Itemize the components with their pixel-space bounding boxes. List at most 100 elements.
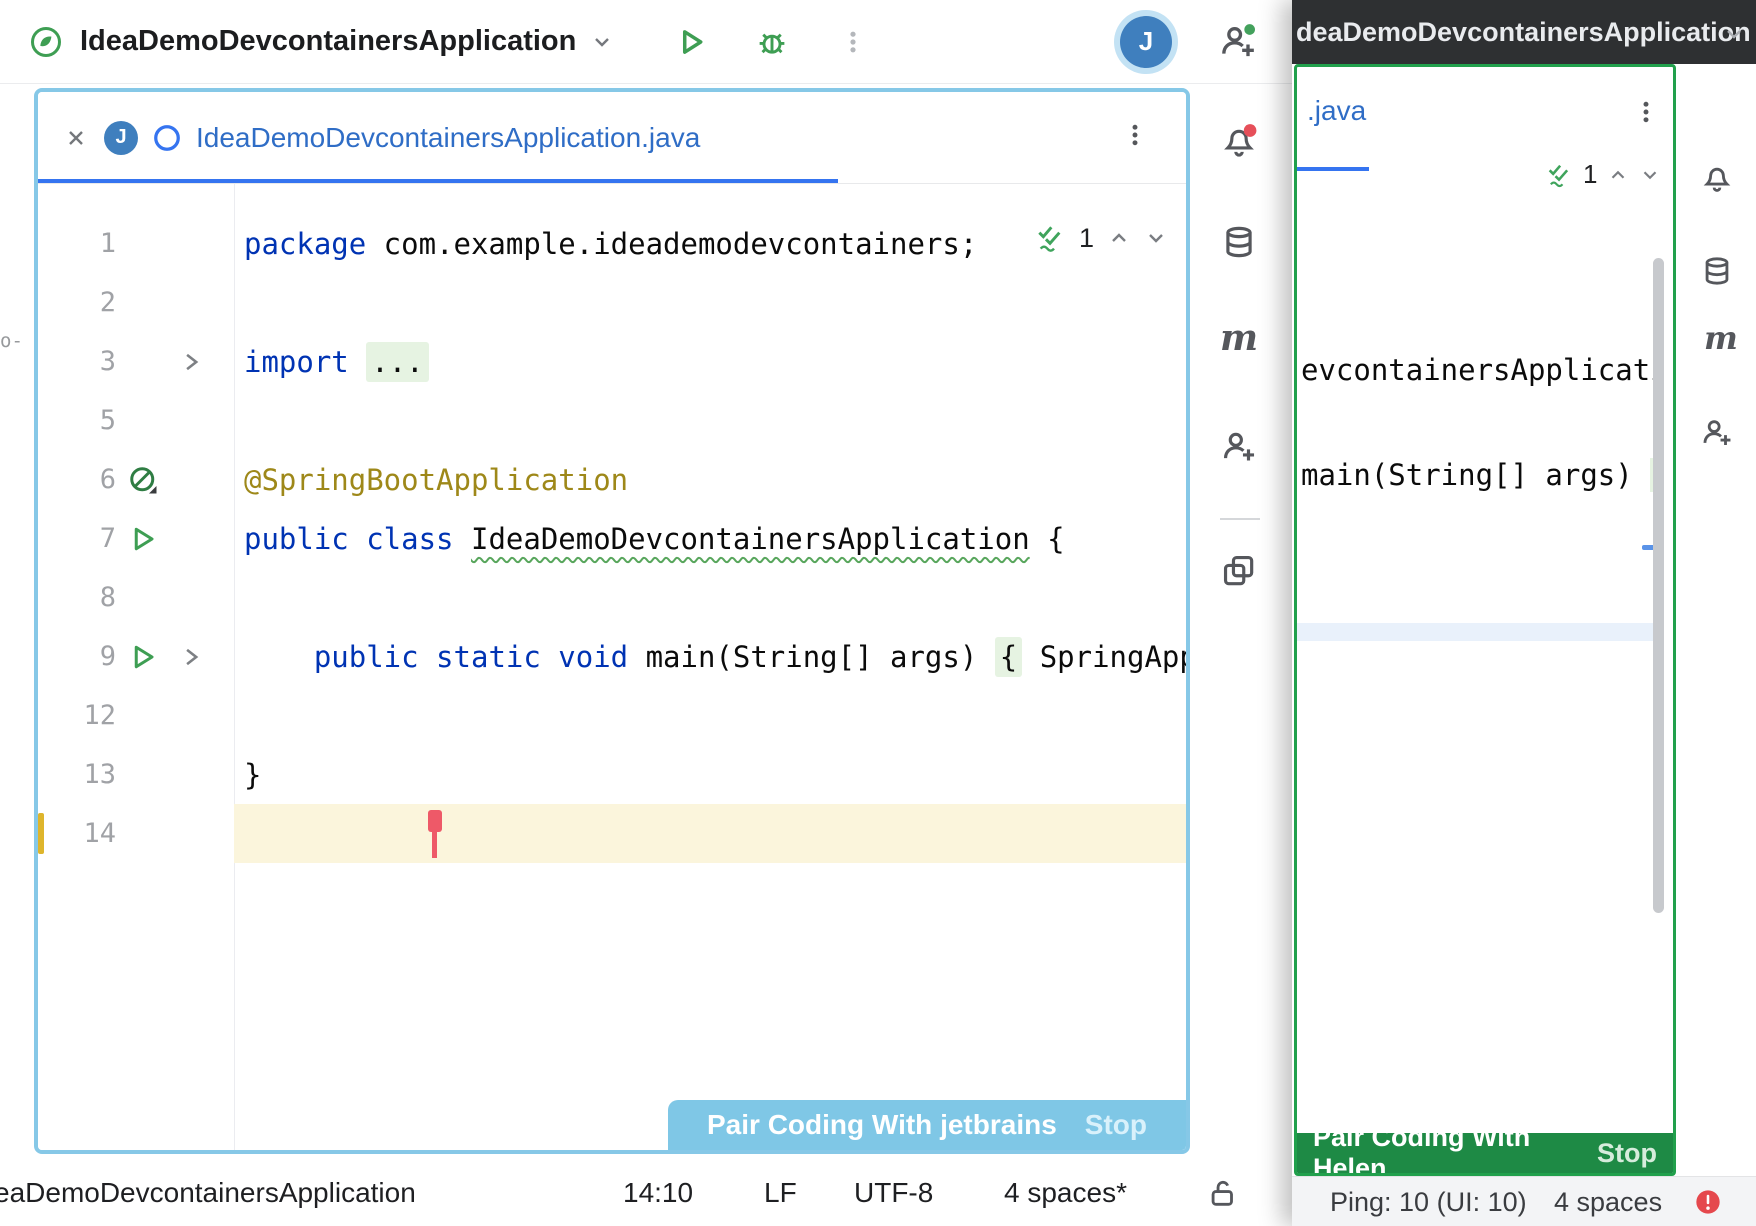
code-line[interactable]: import ... xyxy=(234,332,1186,391)
add-user-icon[interactable] xyxy=(1700,416,1734,450)
gutter-icon-slot[interactable] xyxy=(116,465,170,495)
spring-boot-run-config-icon[interactable] xyxy=(28,24,64,60)
code-line[interactable] xyxy=(234,273,1186,332)
line-number: 1 xyxy=(60,228,116,259)
more-options-kebab-icon[interactable] xyxy=(840,29,866,55)
stop-pair-coding-button[interactable]: Stop xyxy=(1085,1109,1147,1141)
strip-divider xyxy=(1220,518,1260,520)
remote-tab-file-name[interactable]: .java xyxy=(1307,95,1366,127)
code-segment xyxy=(244,640,314,674)
right-tool-strip-remote: m xyxy=(1678,64,1756,1176)
user-avatar[interactable]: J xyxy=(1120,16,1172,68)
editor-line[interactable]: 1package com.example.ideademodevcontaine… xyxy=(38,214,1186,273)
code-with-me-icon[interactable] xyxy=(1218,22,1258,62)
remote-window-title: deaDemoDevcontainersApplication xyxy=(1296,17,1751,48)
code-line[interactable] xyxy=(234,568,1186,627)
editor-line[interactable]: 12 xyxy=(38,686,1186,745)
gutter-fold-slot[interactable] xyxy=(170,644,212,670)
code-line[interactable] xyxy=(234,686,1186,745)
line-number: 7 xyxy=(60,523,116,554)
gutter-fold-slot[interactable] xyxy=(170,349,212,375)
line-number: 5 xyxy=(60,405,116,436)
editor-line[interactable]: 9 public static void main(String[] args)… xyxy=(38,627,1186,686)
code-line[interactable] xyxy=(234,391,1186,450)
code-segment: ... xyxy=(366,342,428,382)
editor[interactable]: 1package com.example.ideademodevcontaine… xyxy=(38,184,1186,1150)
editor-line[interactable]: 5 xyxy=(38,391,1186,450)
debug-button[interactable] xyxy=(756,26,788,58)
line-number: 9 xyxy=(60,641,116,672)
editor-line[interactable]: 6@SpringBootApplication xyxy=(38,450,1186,509)
indent-widget[interactable]: 4 spaces xyxy=(1554,1177,1662,1226)
code-segment: { xyxy=(995,637,1022,677)
code-line[interactable]: public class IdeaDemoDevcontainersApplic… xyxy=(234,509,1186,568)
error-status-icon[interactable] xyxy=(1694,1188,1722,1216)
ide-window-remote: deaDemoDevcontainersApplication .java 1 xyxy=(1292,0,1756,1226)
database-icon[interactable] xyxy=(1220,223,1258,261)
pair-coding-label: Pair Coding With jetbrains xyxy=(707,1109,1057,1141)
stop-pair-coding-button[interactable]: Stop xyxy=(1597,1138,1657,1169)
active-tab-indicator xyxy=(38,179,838,183)
code-line[interactable]: } xyxy=(234,745,1186,804)
code-segment: public class xyxy=(244,522,471,556)
run-gutter-icon xyxy=(128,642,158,672)
editor-tab-bar: J IdeaDemoDevcontainersApplication.java xyxy=(38,92,1186,184)
next-problem-chevron-icon[interactable] xyxy=(1639,164,1661,186)
right-tool-strip-local: m xyxy=(1192,84,1292,1160)
editor-line[interactable]: 7 public class IdeaDemoDevcontainersAppli… xyxy=(38,509,1186,568)
code-line[interactable]: public static void main(String[] args) {… xyxy=(234,627,1186,686)
gutter-icon-slot[interactable] xyxy=(116,642,170,672)
run-button[interactable] xyxy=(676,26,708,58)
line-number: 14 xyxy=(60,818,116,849)
remote-selection-highlight xyxy=(1297,623,1659,641)
pair-coding-banner-local: Pair Coding With jetbrains Stop xyxy=(668,1100,1186,1150)
code-line[interactable]: evcontainersApplicatio xyxy=(1301,353,1653,387)
editor-line[interactable]: 2 xyxy=(38,273,1186,332)
editor-line[interactable]: 8 xyxy=(38,568,1186,627)
encoding-widget[interactable]: UTF-8 xyxy=(854,1160,933,1226)
next-problem-chevron-icon[interactable] xyxy=(1144,226,1168,250)
participant-badge: J xyxy=(104,121,138,155)
prev-problem-chevron-icon[interactable] xyxy=(1107,226,1131,250)
screen-share-frame: .java 1 evcontainersApplicatio main(Stri xyxy=(1294,64,1676,1176)
notifications-bell-icon[interactable] xyxy=(1220,121,1258,159)
code-segment: main(String[] args) xyxy=(1301,458,1650,492)
maven-icon[interactable]: m xyxy=(1704,322,1738,354)
inspections-ok-icon[interactable] xyxy=(1545,161,1573,189)
close-tab-icon[interactable] xyxy=(64,126,88,150)
line-number: 8 xyxy=(60,582,116,613)
scrollbar[interactable] xyxy=(1653,258,1664,913)
line-number: 12 xyxy=(60,700,116,731)
chevron-down-icon[interactable] xyxy=(590,30,614,54)
inspection-widget[interactable]: 1 xyxy=(1034,222,1168,254)
editor-line[interactable]: 3import ... xyxy=(38,332,1186,391)
run-config-name[interactable]: IdeaDemoDevcontainersApplication xyxy=(80,25,576,58)
prev-problem-chevron-icon[interactable] xyxy=(1607,164,1629,186)
ide-window-local: IdeaDemoDevcontainersApplication J o- xyxy=(0,0,1292,1226)
copy-layers-icon[interactable] xyxy=(1220,552,1258,590)
maven-icon[interactable]: m xyxy=(1220,320,1258,356)
chevron-down-icon[interactable] xyxy=(1722,22,1746,46)
spring-bean-gutter-icon xyxy=(128,465,158,495)
inspection-widget[interactable]: 1 xyxy=(1545,159,1661,190)
code-line[interactable]: main(String[] args) { xyxy=(1301,458,1661,492)
remote-user-caret xyxy=(428,810,442,832)
database-icon[interactable] xyxy=(1700,254,1734,288)
line-number: 13 xyxy=(60,759,116,790)
editor-line[interactable]: 14 xyxy=(38,804,1186,863)
inspections-ok-icon[interactable] xyxy=(1034,222,1066,254)
tab-options-kebab-icon[interactable] xyxy=(1122,122,1148,148)
editor-line[interactable]: 13} xyxy=(38,745,1186,804)
caret-position-widget[interactable]: 14:10 xyxy=(623,1160,693,1226)
add-user-icon[interactable] xyxy=(1220,428,1258,466)
gutter-icon-slot[interactable] xyxy=(116,524,170,554)
tab-file-name[interactable]: IdeaDemoDevcontainersApplication.java xyxy=(196,122,700,154)
notifications-bell-icon[interactable] xyxy=(1700,160,1734,194)
line-separator-widget[interactable]: LF xyxy=(764,1160,797,1226)
unlock-icon[interactable] xyxy=(1206,1176,1240,1226)
tab-options-kebab-icon[interactable] xyxy=(1633,99,1659,125)
code-line[interactable]: @SpringBootApplication xyxy=(234,450,1186,509)
code-line[interactable] xyxy=(234,804,1186,863)
indent-widget[interactable]: 4 spaces* xyxy=(1004,1160,1127,1226)
code-segment: (String[] args) xyxy=(715,640,994,674)
